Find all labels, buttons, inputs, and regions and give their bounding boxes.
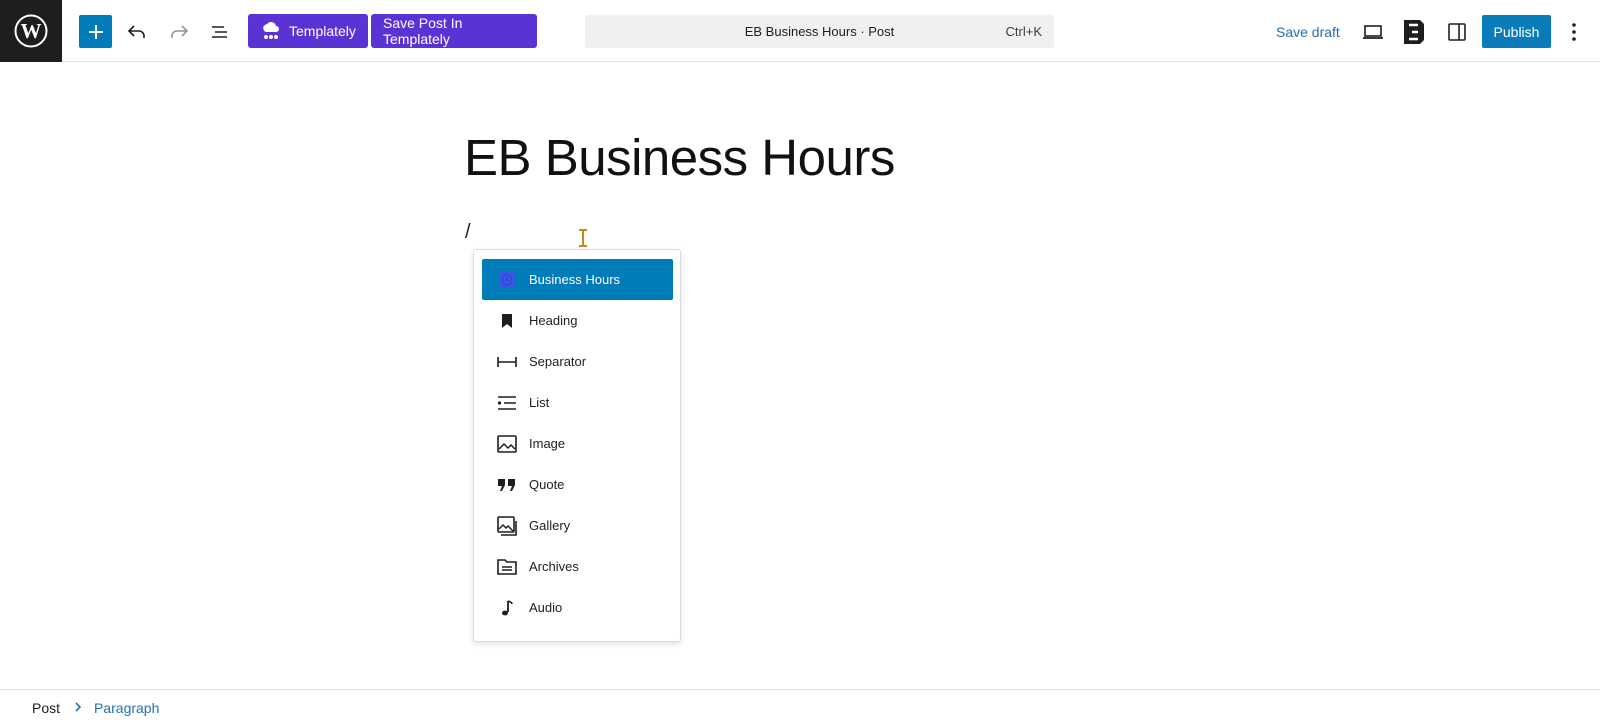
templately-button[interactable]: Templately: [248, 14, 368, 48]
inserter-item-label: Gallery: [529, 518, 571, 533]
text-cursor-icon: [579, 229, 587, 247]
redo-icon: [171, 25, 189, 38]
quote-icon: [495, 473, 519, 497]
inserter-item-image[interactable]: Image: [482, 423, 673, 464]
publish-label: Publish: [1493, 23, 1540, 40]
breadcrumb-post[interactable]: Post: [32, 700, 60, 716]
publish-button[interactable]: Publish: [1482, 15, 1551, 48]
wordpress-logo-button[interactable]: W: [0, 0, 62, 62]
inserter-item-quote[interactable]: Quote: [482, 464, 673, 505]
undo-icon: [127, 25, 145, 38]
more-vertical-icon: [1572, 23, 1576, 41]
save-draft-button[interactable]: Save draft: [1276, 24, 1340, 40]
shortcut-hint: Ctrl+K: [1005, 24, 1042, 39]
add-block-button[interactable]: [79, 15, 112, 48]
document-overview-button[interactable]: [203, 15, 237, 49]
inserter-item-heading[interactable]: Heading: [482, 300, 673, 341]
svg-text:W: W: [21, 19, 42, 43]
list-icon: [495, 391, 519, 415]
inserter-item-label: Business Hours: [529, 272, 621, 287]
wordpress-icon: W: [14, 14, 48, 48]
inserter-item-gallery[interactable]: Gallery: [482, 505, 673, 546]
inserter-item-list[interactable]: List: [482, 382, 673, 423]
archives-icon: [495, 555, 519, 579]
block-breadcrumb-bar: Post Paragraph: [0, 689, 1600, 724]
inserter-item-label: Audio: [529, 600, 563, 615]
templately-cloud-icon: [263, 22, 279, 39]
plus-icon: [88, 24, 103, 39]
preview-button[interactable]: [1356, 15, 1390, 49]
gallery-icon: [495, 514, 519, 538]
breadcrumb-paragraph[interactable]: Paragraph: [94, 700, 159, 716]
paragraph-block[interactable]: /: [465, 221, 471, 244]
chevron-right-icon: [72, 699, 84, 718]
essential-blocks-button[interactable]: [1397, 15, 1431, 49]
redo-button[interactable]: [162, 15, 196, 49]
settings-sidebar-toggle[interactable]: [1440, 15, 1474, 49]
list-view-icon: [212, 26, 227, 38]
undo-button[interactable]: [120, 15, 154, 49]
essential-blocks-icon: [1404, 20, 1424, 44]
desktop-preview-icon: [1363, 25, 1383, 39]
sidebar-icon: [1448, 23, 1466, 41]
options-menu-button[interactable]: [1556, 15, 1592, 49]
editor-header: W Templately Save Post In Templately EB …: [0, 0, 1600, 62]
document-title: EB Business Hours · Post: [744, 24, 895, 39]
templately-label: Templately: [289, 23, 356, 39]
business-hours-icon: [495, 268, 519, 292]
save-in-templately-button[interactable]: Save Post In Templately: [371, 14, 537, 48]
command-palette-bar[interactable]: EB Business Hours · Post Ctrl+K: [585, 15, 1054, 48]
inserter-item-business-hours[interactable]: Business Hours: [482, 259, 673, 300]
image-icon: [495, 432, 519, 456]
inserter-item-label: Heading: [529, 313, 578, 328]
inserter-item-archives[interactable]: Archives: [482, 546, 673, 587]
inserter-item-label: Separator: [529, 354, 587, 369]
block-inserter-popover: Business Hours Heading Separator List Im…: [473, 249, 681, 642]
save-in-templately-label: Save Post In Templately: [383, 15, 463, 47]
inserter-item-label: Image: [529, 436, 566, 451]
inserter-item-label: List: [529, 395, 550, 410]
post-title[interactable]: EB Business Hours: [464, 128, 895, 187]
inserter-item-label: Archives: [529, 559, 579, 574]
bookmark-icon: [495, 309, 519, 333]
inserter-item-audio[interactable]: Audio: [482, 587, 673, 628]
audio-icon: [495, 596, 519, 620]
inserter-item-label: Quote: [529, 477, 565, 492]
inserter-item-separator[interactable]: Separator: [482, 341, 673, 382]
separator-icon: [495, 350, 519, 374]
